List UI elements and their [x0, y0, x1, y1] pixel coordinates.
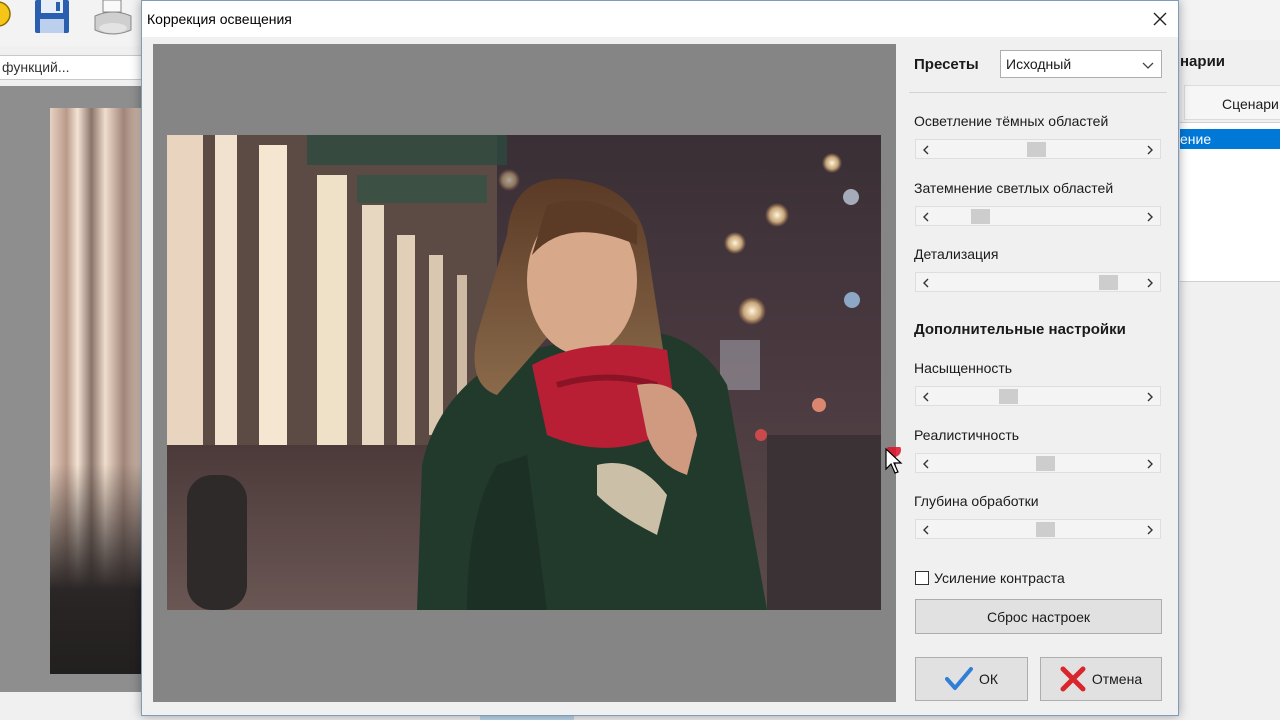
contrast-checkbox[interactable]: Усиление контраста: [915, 568, 1065, 588]
arrow-left-icon[interactable]: [919, 457, 933, 471]
saturation-label: Насыщенность: [914, 360, 1013, 376]
cancel-button-label: Отмена: [1091, 671, 1143, 687]
save-icon[interactable]: [34, 0, 70, 37]
ok-button-label: ОК: [978, 671, 999, 687]
reset-button-label: Сброс настроек: [986, 608, 1090, 625]
depth-label: Глубина обработки: [914, 493, 1039, 509]
preview-area: [153, 44, 896, 702]
saturation-slider[interactable]: [915, 386, 1161, 406]
scenarios-list: ение: [1180, 122, 1280, 282]
arrow-right-icon[interactable]: [1143, 457, 1157, 471]
detail-slider[interactable]: [915, 272, 1161, 292]
settings-panel: Пресеты Исходный Осветление тёмных облас…: [909, 37, 1169, 713]
arrow-left-icon[interactable]: [919, 523, 933, 537]
checkbox-box[interactable]: [915, 571, 929, 585]
highlights-label: Затемнение светлых областей: [914, 180, 1114, 196]
detail-label: Детализация: [914, 246, 999, 262]
slider-thumb[interactable]: [971, 209, 991, 224]
lighting-correction-dialog: Коррекция освещения Пресеты Исходный Осв…: [141, 0, 1179, 716]
panel-divider: [909, 92, 1167, 93]
background-photo: [50, 108, 142, 674]
tab-scenarios[interactable]: Сценари: [1184, 85, 1280, 120]
arrow-right-icon[interactable]: [1143, 390, 1157, 404]
ok-button[interactable]: ОК: [915, 657, 1028, 701]
arrow-left-icon[interactable]: [919, 276, 933, 290]
arrow-left-icon[interactable]: [919, 210, 933, 224]
smiley-icon[interactable]: [0, 0, 12, 35]
contrast-checkbox-label: Усиление контраста: [934, 570, 1065, 586]
close-icon: [1153, 12, 1167, 26]
close-button[interactable]: [1142, 1, 1178, 37]
slider-thumb[interactable]: [998, 389, 1018, 404]
highlights-slider[interactable]: [915, 206, 1161, 226]
presets-label: Пресеты: [914, 56, 979, 73]
arrow-right-icon[interactable]: [1143, 276, 1157, 290]
presets-dropdown[interactable]: Исходный: [1000, 50, 1162, 78]
function-search-input[interactable]: функций...: [0, 55, 142, 80]
realism-slider[interactable]: [915, 453, 1161, 473]
reset-button[interactable]: Сброс настроек: [915, 599, 1162, 634]
depth-slider[interactable]: [915, 519, 1161, 539]
arrow-right-icon[interactable]: [1143, 523, 1157, 537]
realism-label: Реалистичность: [914, 427, 1020, 443]
arrow-left-icon[interactable]: [919, 390, 933, 404]
print-icon[interactable]: [93, 0, 133, 39]
dialog-title: Коррекция освещения: [147, 11, 292, 27]
shadows-label: Осветление тёмных областей: [914, 113, 1109, 129]
slider-thumb[interactable]: [1098, 275, 1118, 290]
advanced-section-title: Дополнительные настройки: [914, 321, 1126, 338]
slider-thumb[interactable]: [1035, 522, 1055, 537]
shadows-slider[interactable]: [915, 139, 1161, 159]
slider-thumb[interactable]: [1035, 456, 1055, 471]
presets-selected-value: Исходный: [1006, 56, 1072, 72]
chevron-down-icon: [1142, 58, 1154, 74]
checkmark-icon: [944, 667, 973, 691]
arrow-left-icon[interactable]: [919, 143, 933, 157]
arrow-right-icon[interactable]: [1143, 210, 1157, 224]
red-cross-icon: [1060, 666, 1086, 692]
arrow-right-icon[interactable]: [1143, 143, 1157, 157]
scenarios-title: нарии: [1180, 53, 1226, 70]
background-scenarios-panel: нарии Сценари ение: [1180, 40, 1280, 720]
preview-photo: [167, 135, 881, 610]
scenarios-list-item-selected[interactable]: ение: [1180, 129, 1280, 149]
dialog-titlebar: Коррекция освещения: [142, 1, 1178, 37]
cancel-button[interactable]: Отмена: [1040, 657, 1162, 701]
slider-thumb[interactable]: [1026, 142, 1046, 157]
